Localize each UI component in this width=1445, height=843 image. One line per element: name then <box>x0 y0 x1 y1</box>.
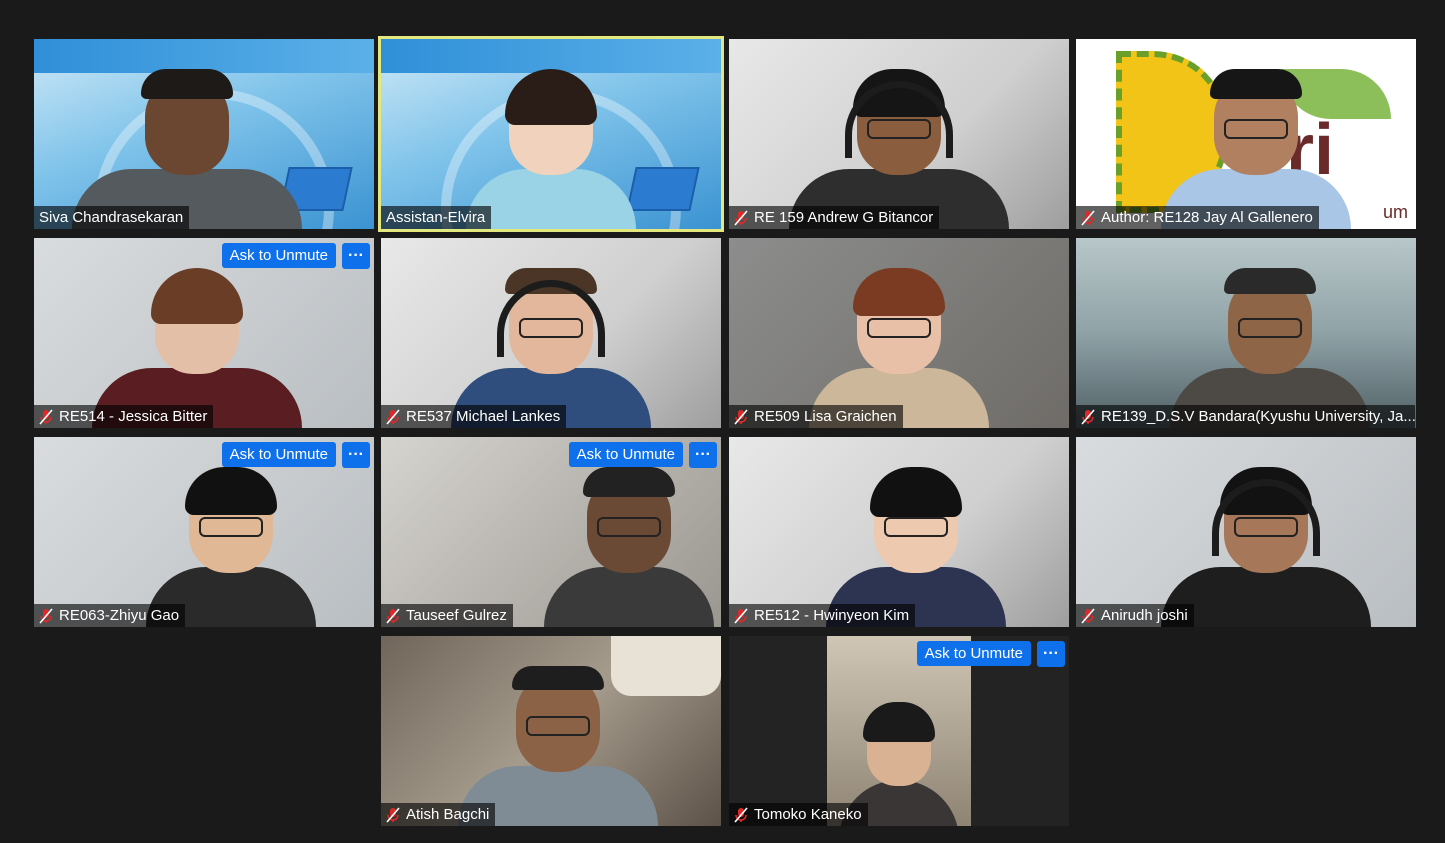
participant-name-label: RE139_D.S.V Bandara(Kyushu University, J… <box>1076 405 1415 428</box>
video-tile-lisa[interactable]: RE509 Lisa Graichen <box>729 238 1069 428</box>
participant-name-label: Author: RE128 Jay Al Gallenero <box>1076 206 1319 229</box>
participant-name-label: RE514 - Jessica Bitter <box>34 405 214 428</box>
participant-video <box>466 69 636 229</box>
video-tile-zhiyu[interactable]: Ask to Unmute ··· RE063-Zhiyu Gao <box>34 437 374 627</box>
mic-muted-icon <box>1081 607 1095 624</box>
mic-muted-icon <box>386 806 400 823</box>
participant-name-label: RE509 Lisa Graichen <box>729 405 903 428</box>
ask-to-unmute-button[interactable]: Ask to Unmute <box>916 641 1031 666</box>
mic-muted-icon <box>1081 209 1095 226</box>
ask-to-unmute-button[interactable]: Ask to Unmute <box>221 442 336 467</box>
mic-muted-icon <box>734 607 748 624</box>
ask-to-unmute-button[interactable]: Ask to Unmute <box>221 243 336 268</box>
video-tile-hwinyeon[interactable]: RE512 - Hwinyeon Kim <box>729 437 1069 627</box>
video-tile-jessica[interactable]: Ask to Unmute ··· RE514 - Jessica Bitter <box>34 238 374 428</box>
participant-name-label: RE512 - Hwinyeon Kim <box>729 604 916 627</box>
more-options-button[interactable]: ··· <box>1037 641 1065 667</box>
mic-muted-icon <box>734 408 748 425</box>
video-tile-tomoko[interactable]: Ask to Unmute ··· Tomoko Kaneko <box>729 636 1069 826</box>
participant-name-label: Atish Bagchi <box>381 803 496 826</box>
mic-muted-icon <box>734 209 748 226</box>
more-options-button[interactable]: ··· <box>689 442 717 468</box>
more-options-button[interactable]: ··· <box>342 243 370 269</box>
participant-video <box>544 467 715 627</box>
participant-name-label: RE537 Michael Lankes <box>381 405 567 428</box>
ask-to-unmute-button[interactable]: Ask to Unmute <box>568 442 683 467</box>
video-tile-bandara[interactable]: RE139_D.S.V Bandara(Kyushu University, J… <box>1076 238 1416 428</box>
participant-name-label: Assistan-Elvira <box>381 206 492 229</box>
more-options-button[interactable]: ··· <box>342 442 370 468</box>
participant-name-label: Tauseef Gulrez <box>381 604 513 627</box>
video-tile-andrew[interactable]: RE 159 Andrew G Bitancor <box>729 39 1069 229</box>
participant-name-label: RE 159 Andrew G Bitancor <box>729 206 940 229</box>
video-tile-tauseef[interactable]: Ask to Unmute ··· Tauseef Gulrez <box>381 437 721 627</box>
mic-muted-icon <box>39 408 53 425</box>
video-tile-elvira[interactable]: Assistan-Elvira <box>378 36 724 232</box>
mic-muted-icon <box>386 607 400 624</box>
participant-name-label: RE063-Zhiyu Gao <box>34 604 186 627</box>
mic-muted-icon <box>386 408 400 425</box>
video-tile-michael[interactable]: RE537 Michael Lankes <box>381 238 721 428</box>
mic-muted-icon <box>734 806 748 823</box>
participant-name-label: Tomoko Kaneko <box>729 803 868 826</box>
participant-name-label: Siva Chandrasekaran <box>34 206 190 229</box>
participant-name-label: Anirudh joshi <box>1076 604 1194 627</box>
video-tile-atish[interactable]: Atish Bagchi <box>381 636 721 826</box>
mic-muted-icon <box>39 607 53 624</box>
video-tile-anirudh[interactable]: Anirudh joshi <box>1076 437 1416 627</box>
mic-muted-icon <box>1081 408 1095 425</box>
video-tile-jay[interactable]: ri um Author: RE128 Jay Al Gallenero <box>1076 39 1416 229</box>
video-tile-siva[interactable]: Siva Chandrasekaran <box>34 39 374 229</box>
